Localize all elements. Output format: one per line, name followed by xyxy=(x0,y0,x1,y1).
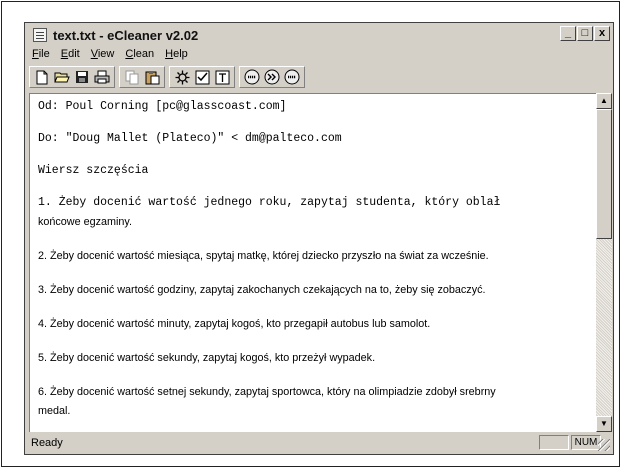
vertical-scrollbar[interactable]: ▲ ▼ xyxy=(596,93,612,432)
text-line: 4. Żeby docenić wartość minuty, zapytaj … xyxy=(38,318,431,330)
close-button[interactable]: x xyxy=(594,26,610,41)
text-line: 2. Żeby docenić wartość miesiąca, spytaj… xyxy=(38,250,489,262)
menu-help[interactable]: Help xyxy=(160,48,194,60)
copy-icon[interactable] xyxy=(123,68,141,86)
text-line: 3. Żeby docenić wartość godziny, zapytaj… xyxy=(38,284,486,296)
gear-icon[interactable] xyxy=(173,68,191,86)
scroll-down-icon[interactable]: ▼ xyxy=(596,416,612,432)
menu-help-mnemonic: H xyxy=(165,48,174,60)
title-bar[interactable]: text.txt - eCleaner v2.02 _ □ x xyxy=(27,25,611,45)
menu-help-label: elp xyxy=(173,48,188,60)
status-num: NUM xyxy=(571,435,601,450)
text-line: medal. xyxy=(38,405,71,417)
web-icon[interactable] xyxy=(283,68,301,86)
status-panel-empty xyxy=(539,435,569,450)
menu-file-label: ile xyxy=(38,48,50,60)
menu-edit[interactable]: Edit xyxy=(56,48,86,60)
scroll-up-icon[interactable]: ▲ xyxy=(596,93,612,109)
forward-icon[interactable] xyxy=(263,68,281,86)
status-bar: Ready NUM xyxy=(27,433,611,452)
open-folder-icon[interactable] xyxy=(53,68,71,86)
resize-grip[interactable] xyxy=(598,439,610,451)
toolbar-group-clipboard xyxy=(119,66,165,88)
save-icon[interactable] xyxy=(73,68,91,86)
text-line: 6. Żeby docenić wartość setnej sekundy, … xyxy=(38,386,496,398)
toolbar-group-convert xyxy=(239,66,305,88)
toolbar xyxy=(29,65,609,89)
toolbar-group-clean xyxy=(169,66,235,88)
menu-edit-mnemonic: E xyxy=(60,48,69,60)
text-line: 5. Żeby docenić wartość sekundy, zapytaj… xyxy=(38,352,376,364)
app-window: text.txt - eCleaner v2.02 _ □ x File Edi… xyxy=(24,22,614,455)
menu-bar: File Edit View Clean Help xyxy=(27,46,611,62)
status-text: Ready xyxy=(31,436,63,449)
menu-clean[interactable]: Clean xyxy=(120,48,160,60)
menu-view-label: iew xyxy=(97,48,115,60)
paste-icon[interactable] xyxy=(143,68,161,86)
menu-file[interactable]: File xyxy=(27,48,56,60)
text-line: Wiersz szczęścia xyxy=(38,164,149,177)
text-line: końcowe egzaminy. xyxy=(38,216,133,228)
text-editor[interactable]: Od: Poul Corning [pc@glasscoast.com] Do:… xyxy=(29,93,596,432)
print-icon[interactable] xyxy=(93,68,111,86)
menu-file-mnemonic: F xyxy=(32,48,39,60)
window-title: text.txt - eCleaner v2.02 xyxy=(53,27,199,43)
document-icon xyxy=(33,28,47,42)
menu-view-mnemonic: V xyxy=(90,48,98,60)
text-line: 1. Żeby docenić wartość jednego roku, za… xyxy=(38,196,501,209)
new-file-icon[interactable] xyxy=(33,68,51,86)
html-icon[interactable] xyxy=(243,68,261,86)
maximize-button[interactable]: □ xyxy=(577,26,593,41)
text-icon[interactable] xyxy=(213,68,231,86)
minimize-button[interactable]: _ xyxy=(560,26,576,41)
menu-edit-label: dit xyxy=(68,48,80,60)
text-line: Do: "Doug Mallet (Plateco)" < dm@palteco… xyxy=(38,132,342,145)
checkbox-icon[interactable] xyxy=(193,68,211,86)
text-line: Od: Poul Corning [pc@glasscoast.com] xyxy=(38,100,287,113)
menu-view[interactable]: View xyxy=(86,48,121,60)
menu-clean-label: lean xyxy=(133,48,155,60)
toolbar-group-file xyxy=(29,66,115,88)
scroll-thumb[interactable] xyxy=(596,109,612,239)
